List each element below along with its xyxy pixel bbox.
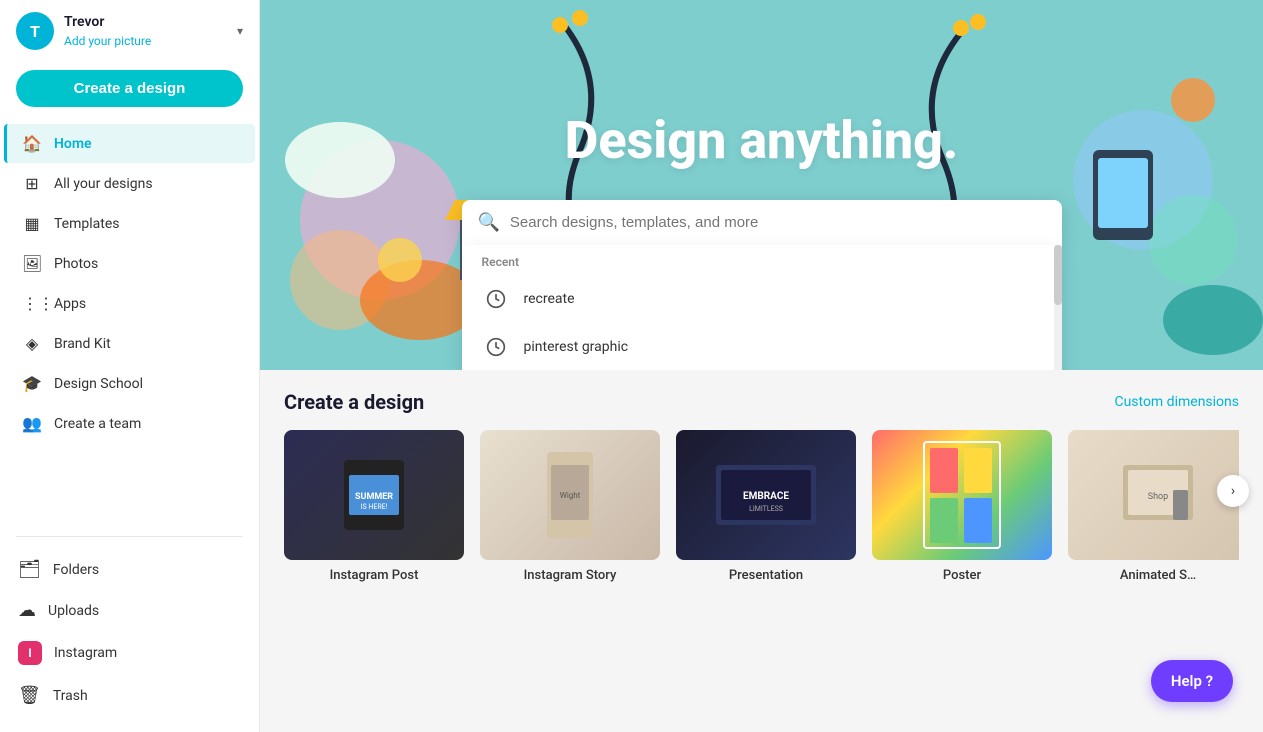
card-label: Instagram Post [284,568,464,583]
apps-icon: ⋮⋮ [22,294,42,313]
home-icon: 🏠 [22,134,42,153]
card-thumb-instagram-story: Wight [480,430,660,560]
create-design-button[interactable]: Create a design [16,70,243,107]
design-cards-row: SUMMER IS HERE! Instagram Post Wight [284,430,1239,583]
sidebar-item-uploads[interactable]: ☁ Uploads [0,590,259,631]
team-icon: 👥 [22,414,42,433]
design-card-instagram-post[interactable]: SUMMER IS HERE! Instagram Post [284,430,464,583]
instagram-label: Instagram [54,645,117,661]
clock-icon [482,285,510,313]
design-card-presentation[interactable]: EMBRACE LIMITLESS Presentation [676,430,856,583]
svg-text:LIMITLESS: LIMITLESS [749,505,783,513]
help-button[interactable]: Help ? [1151,660,1233,702]
svg-text:Shop: Shop [1148,492,1169,502]
brand-icon: ◈ [22,334,42,353]
upload-icon: ☁ [18,600,36,621]
sidebar-item-apps[interactable]: ⋮⋮ Apps [4,284,255,323]
sidebar-item-label: All your designs [54,176,153,192]
main-inner: Design anything. 🔍 Recent [260,0,1263,603]
card-label: Animated S… [1068,568,1239,583]
design-card-poster[interactable]: Poster [872,430,1052,583]
clock-icon [482,333,510,361]
school-icon: 🎓 [22,374,42,393]
hero-title: Design anything. [565,110,959,171]
recent-item-label: recreate [524,291,575,307]
folders-label: Folders [53,562,99,578]
card-label: Instagram Story [480,568,660,583]
trash-icon: 🗑 [18,685,41,706]
design-cards-container: SUMMER IS HERE! Instagram Post Wight [284,430,1239,583]
sidebar-item-folders[interactable]: 🗂 Folders [0,549,259,590]
sidebar-item-create-team[interactable]: 👥 Create a team [4,404,255,443]
sidebar-item-trash[interactable]: 🗑 Trash [0,675,259,716]
search-wrapper: 🔍 Recent recreate [462,200,1062,370]
folder-icon: 🗂 [18,559,41,580]
scrollbar[interactable] [1054,245,1062,370]
card-thumb-presentation: EMBRACE LIMITLESS [676,430,856,560]
hero-banner: Design anything. 🔍 Recent [260,0,1263,370]
sidebar-item-label: Apps [54,296,86,312]
svg-text:IS HERE!: IS HERE! [361,503,388,511]
sidebar-item-templates[interactable]: ▦ Templates [4,204,255,243]
recent-item-pinterest[interactable]: pinterest graphic [462,323,1062,370]
photo-icon: 🖼 [22,254,42,273]
card-thumb-animated: Shop [1068,430,1239,560]
sidebar-item-all-designs[interactable]: ⊞ All your designs [4,164,255,203]
search-input[interactable] [510,214,1046,231]
template-icon: ▦ [22,214,42,233]
create-design-title: Create a design [284,390,424,414]
sidebar-divider [16,536,243,537]
search-icon: 🔍 [478,212,500,233]
recent-item-recreate[interactable]: recreate [462,275,1062,323]
card-label: Poster [872,568,1052,583]
user-name: Trevor [64,14,227,30]
grid-icon: ⊞ [22,174,42,193]
design-card-instagram-story[interactable]: Wight Instagram Story [480,430,660,583]
sidebar-item-brand[interactable]: ◈ Brand Kit [4,324,255,363]
instagram-icon: I [18,641,42,665]
card-thumb-instagram-post: SUMMER IS HERE! [284,430,464,560]
search-dropdown: Recent recreate [462,245,1062,370]
sidebar-item-label: Brand Kit [54,336,111,352]
search-box: 🔍 [462,200,1062,245]
sidebar-item-label: Design School [54,376,143,392]
sidebar-nav: 🏠 Home ⊞ All your designs ▦ Templates 🖼 … [0,123,259,524]
carousel-next-button[interactable]: › [1217,475,1249,507]
sidebar-item-photos[interactable]: 🖼 Photos [4,244,255,283]
sidebar-item-label: Create a team [54,416,141,432]
sidebar-item-home[interactable]: 🏠 Home [4,124,255,163]
user-profile-header[interactable]: T Trevor Add your picture ▾ [0,0,259,62]
recent-item-label: pinterest graphic [524,339,629,355]
custom-dimensions-link[interactable]: Custom dimensions [1114,394,1239,410]
sidebar-item-label: Templates [54,216,120,232]
recent-label: Recent [462,245,1062,275]
trash-label: Trash [53,688,88,704]
sidebar-item-design-school[interactable]: 🎓 Design School [4,364,255,403]
scrollbar-thumb[interactable] [1054,245,1062,305]
add-picture-link[interactable]: Add your picture [64,34,151,48]
card-thumb-poster [872,430,1052,560]
user-info: Trevor Add your picture [64,14,227,49]
uploads-label: Uploads [48,603,99,619]
svg-text:Wight: Wight [560,491,581,500]
content-section: Create a design Custom dimensions SUMMER… [260,370,1263,603]
chevron-down-icon[interactable]: ▾ [237,24,243,38]
sidebar: T Trevor Add your picture ▾ Create a des… [0,0,260,732]
design-card-animated[interactable]: Shop Animated S… [1068,430,1239,583]
main-content-area: Design anything. 🔍 Recent [260,0,1263,732]
svg-text:SUMMER: SUMMER [355,492,393,502]
create-design-section-header: Create a design Custom dimensions [284,390,1239,414]
sidebar-item-label: Home [54,136,92,152]
sidebar-item-instagram[interactable]: I Instagram [0,631,259,675]
card-label: Presentation [676,568,856,583]
svg-text:EMBRACE: EMBRACE [743,491,789,502]
sidebar-item-label: Photos [54,256,98,272]
avatar: T [16,12,54,50]
